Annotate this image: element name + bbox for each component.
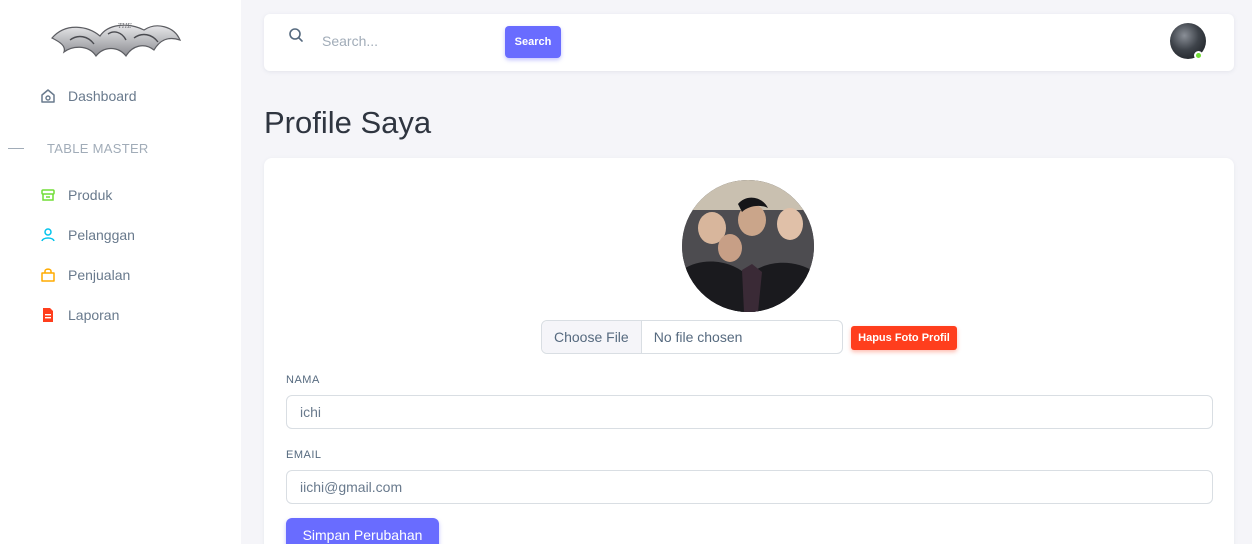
app-logo[interactable]: THE xyxy=(48,16,184,66)
online-status-dot xyxy=(1194,51,1203,60)
archive-icon xyxy=(40,187,56,203)
page-title: Profile Saya xyxy=(264,105,432,140)
section-header-table-master: TABLE MASTER xyxy=(0,141,149,156)
sidebar-item-label: Pelanggan xyxy=(68,227,135,243)
sidebar-item-penjualan[interactable]: Penjualan xyxy=(40,267,130,283)
profile-photo xyxy=(682,180,814,312)
email-label: EMAIL xyxy=(286,449,322,461)
sidebar-item-dashboard[interactable]: Dashboard xyxy=(40,88,137,104)
sidebar-item-pelanggan[interactable]: Pelanggan xyxy=(40,227,135,243)
top-navbar: Search xyxy=(264,14,1234,71)
name-label: NAMA xyxy=(286,374,320,386)
sidebar: THE Dashboard TABLE MASTER Produk Pelang… xyxy=(0,0,241,544)
section-header-label: TABLE MASTER xyxy=(47,141,149,156)
file-status-text: No file chosen xyxy=(653,329,743,345)
user-icon xyxy=(40,227,56,243)
save-changes-button[interactable]: Simpan Perubahan xyxy=(286,518,439,544)
sidebar-item-label: Dashboard xyxy=(68,88,137,104)
sidebar-item-laporan[interactable]: Laporan xyxy=(40,307,119,323)
search-input[interactable] xyxy=(322,30,492,52)
sidebar-item-label: Laporan xyxy=(68,307,120,323)
search-button[interactable]: Search xyxy=(505,26,561,58)
section-divider xyxy=(8,148,24,149)
name-field[interactable] xyxy=(286,395,1213,429)
svg-text:THE: THE xyxy=(118,23,132,30)
choose-file-button[interactable]: Choose File xyxy=(542,321,642,353)
email-field[interactable] xyxy=(286,470,1213,504)
sidebar-item-produk[interactable]: Produk xyxy=(40,187,112,203)
file-icon xyxy=(40,307,56,323)
search-icon xyxy=(288,27,304,43)
delete-photo-button[interactable]: Hapus Foto Profil xyxy=(851,326,957,350)
home-icon xyxy=(40,88,56,104)
shopping-bag-icon xyxy=(40,267,56,283)
file-upload-input[interactable]: Choose File No file chosen xyxy=(541,320,843,354)
sidebar-item-label: Produk xyxy=(68,187,113,203)
sidebar-item-label: Penjualan xyxy=(68,267,131,283)
